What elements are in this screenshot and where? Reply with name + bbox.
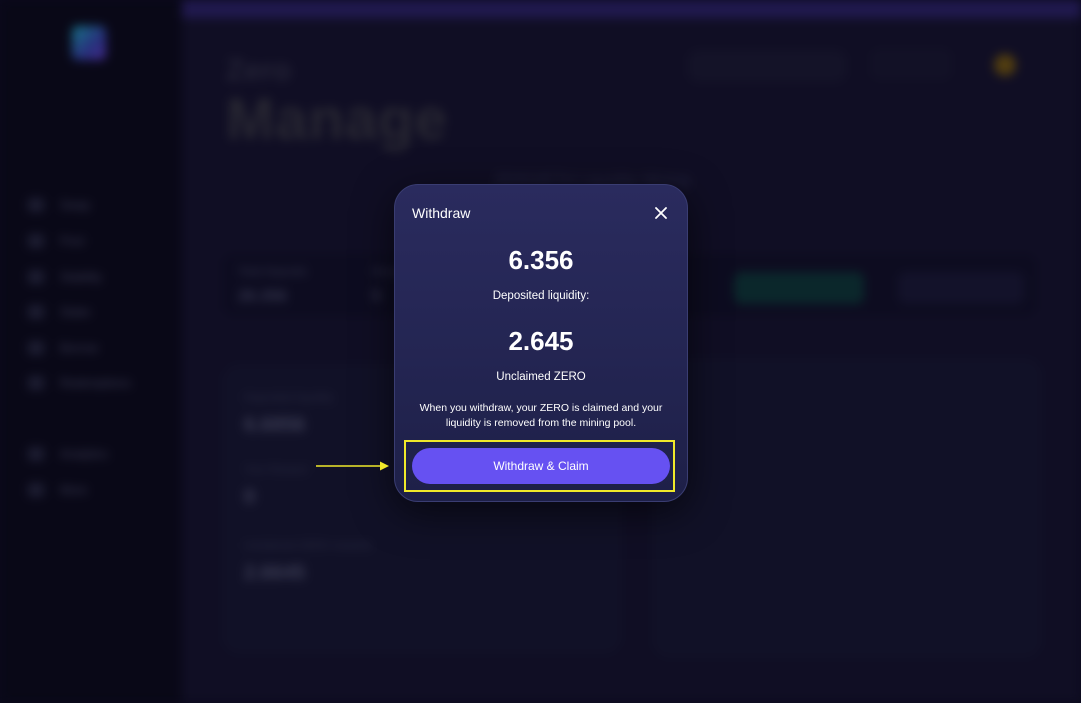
arrow-right-icon	[316, 461, 389, 471]
withdraw-note: When you withdraw, your ZERO is claimed …	[419, 402, 663, 429]
withdraw-modal: Withdraw 6.356 Deposited liquidity: 2.64…	[394, 184, 688, 502]
unclaimed-label: Unclaimed ZERO	[496, 371, 586, 383]
unclaimed-amount: 2.645	[508, 326, 574, 356]
deposited-amount: 6.356	[508, 245, 574, 275]
close-button[interactable]	[651, 203, 671, 223]
close-icon	[655, 207, 667, 219]
deposited-label: Deposited liquidity:	[492, 290, 590, 302]
withdraw-claim-button[interactable]: Withdraw & Claim	[412, 448, 670, 484]
modal-title: Withdraw	[412, 205, 471, 221]
